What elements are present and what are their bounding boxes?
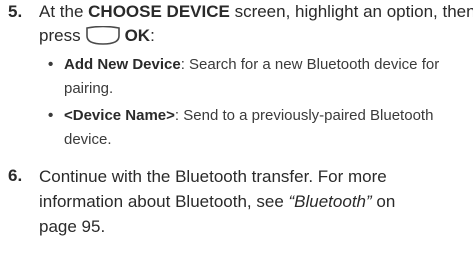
step-line: press OK: — [39, 26, 155, 45]
ok-key-label: OK — [124, 26, 151, 45]
bullet-icon: • — [48, 56, 54, 73]
screen-name: CHOOSE DEVICE — [88, 2, 230, 21]
step-line: At the CHOOSE DEVICE screen, highlight a… — [39, 2, 473, 21]
option-title: Add New Device — [64, 56, 181, 73]
step-text: Continue with the Bluetooth transfer. Fo… — [39, 164, 471, 239]
step-number: 5. — [8, 2, 23, 21]
list-item: • Add New Device: Search for a new Bluet… — [48, 53, 468, 100]
option-list: • Add New Device: Search for a new Bluet… — [48, 53, 468, 151]
bluetooth-reference: “Bluetooth” — [288, 192, 372, 211]
step-line: page 95. — [39, 217, 106, 236]
step-number: 6. — [8, 166, 23, 185]
step-line: Continue with the Bluetooth transfer. Fo… — [39, 167, 387, 186]
option-title: <Device Name> — [64, 107, 175, 124]
step-text: At the CHOOSE DEVICE screen, highlight a… — [39, 0, 473, 48]
step-line: information about Bluetooth, see “Blueto… — [39, 192, 396, 211]
ok-key-icon — [85, 26, 121, 45]
list-item: • <Device Name>: Send to a previously-pa… — [48, 104, 468, 151]
bullet-icon: • — [48, 107, 54, 124]
